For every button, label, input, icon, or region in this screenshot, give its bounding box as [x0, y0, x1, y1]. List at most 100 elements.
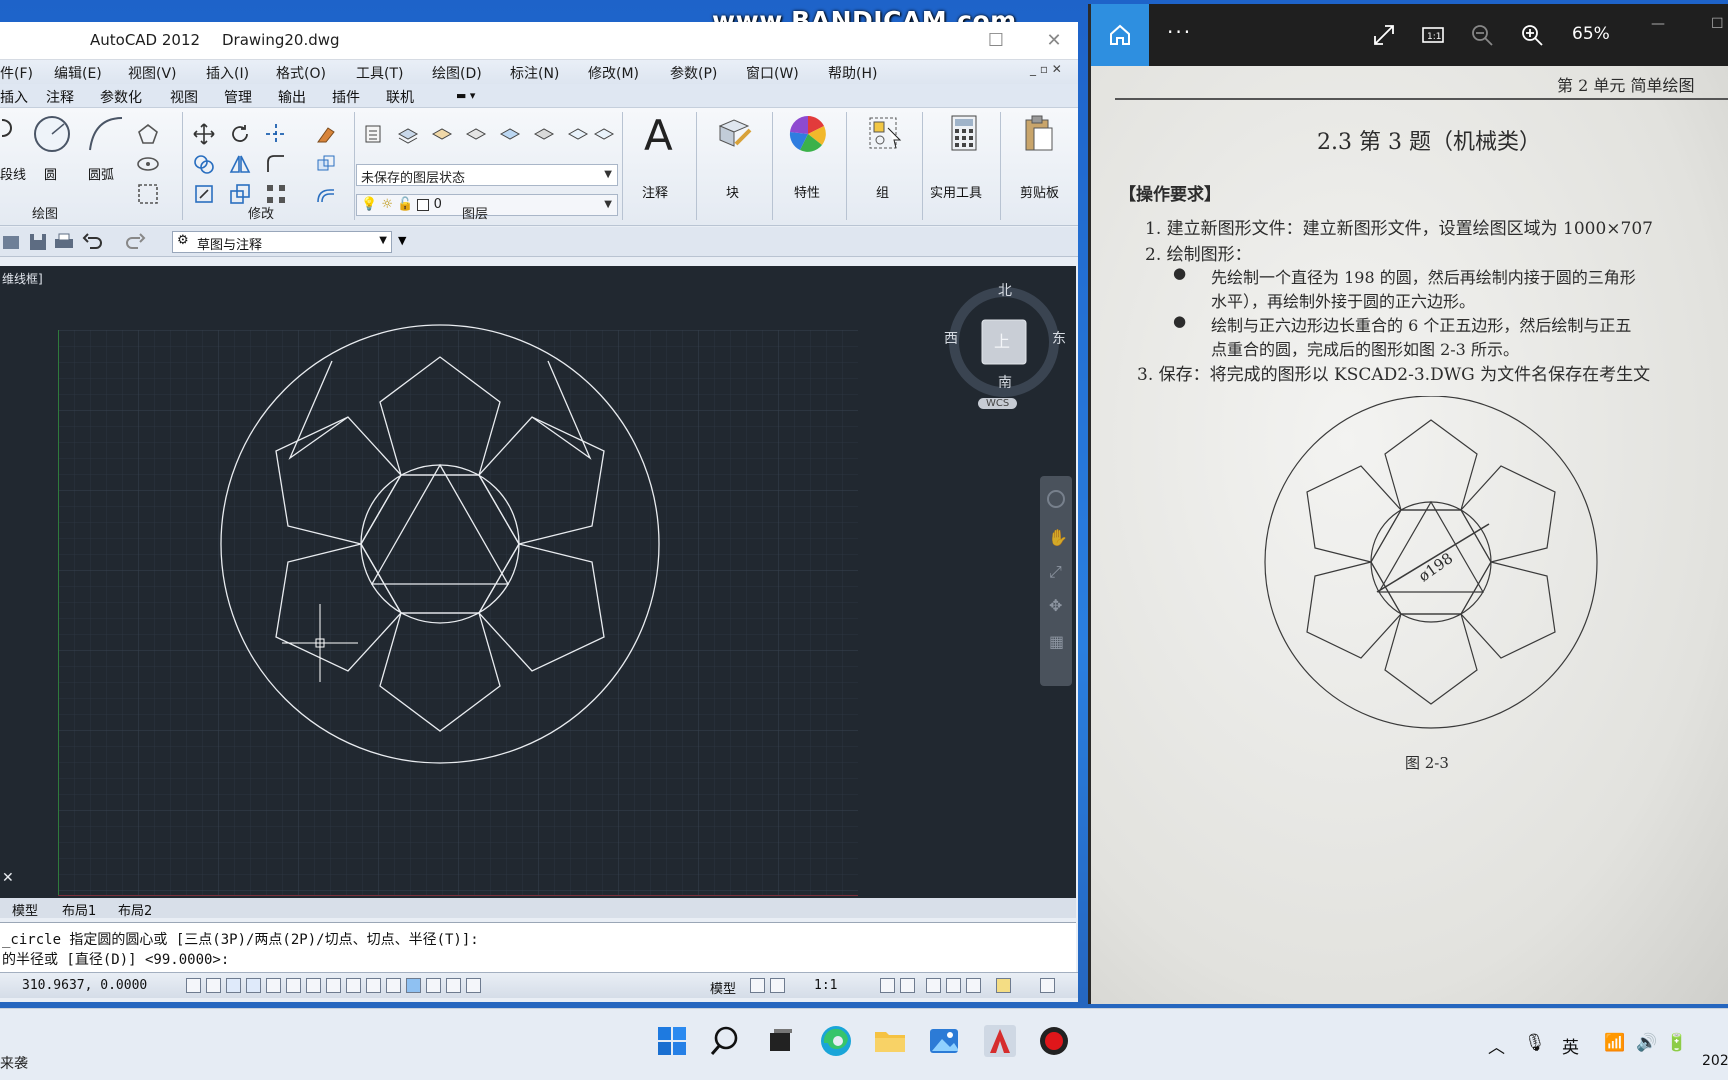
- clean-screen[interactable]: [1040, 978, 1055, 993]
- photos-app-icon[interactable]: [924, 1021, 964, 1061]
- coordinate-readout[interactable]: 310.9637, 0.0000: [22, 978, 147, 993]
- annotation-icon[interactable]: A: [640, 112, 680, 156]
- layer-freeze-icon[interactable]: [498, 122, 522, 146]
- ellipse-icon[interactable]: [136, 152, 160, 176]
- clipboard-icon[interactable]: [1018, 114, 1058, 154]
- polygon-icon[interactable]: [136, 122, 160, 146]
- group-button[interactable]: 组: [876, 182, 889, 201]
- qp-toggle[interactable]: [426, 978, 441, 993]
- wcs-menu[interactable]: WCS: [978, 398, 1018, 409]
- mdi-controls[interactable]: _ ▫ ✕: [1030, 62, 1062, 76]
- tab-insert[interactable]: 插入: [0, 87, 28, 107]
- explode-icon[interactable]: [314, 152, 338, 176]
- tab-plugins[interactable]: 插件: [332, 87, 360, 107]
- pan-icon[interactable]: ✋: [1048, 528, 1068, 547]
- orbit-icon[interactable]: ✥: [1049, 596, 1062, 615]
- 3dosnap-toggle[interactable]: [306, 978, 321, 993]
- undo-icon[interactable]: [80, 230, 104, 254]
- hatch-icon[interactable]: [136, 182, 160, 206]
- calculator-icon[interactable]: [944, 114, 984, 154]
- open-icon[interactable]: [0, 230, 24, 254]
- microphone-icon[interactable]: 🎙: [1524, 1033, 1546, 1053]
- lwt-toggle[interactable]: [386, 978, 401, 993]
- menu-insert[interactable]: 插入(I): [206, 63, 249, 83]
- maximize-button[interactable]: ☐: [982, 28, 1010, 54]
- workspace-dropdown[interactable]: ⚙ 草图与注释 ▼: [172, 231, 392, 253]
- layer-unisolate-icon[interactable]: [464, 122, 488, 146]
- dyn-toggle[interactable]: [366, 978, 381, 993]
- task-view-icon[interactable]: [760, 1021, 800, 1061]
- showmotion-icon[interactable]: ▦: [1049, 632, 1064, 651]
- polyline-icon[interactable]: [0, 116, 24, 140]
- trim-icon[interactable]: [264, 122, 288, 146]
- zoom-out-icon[interactable]: [1469, 22, 1495, 48]
- grid-toggle[interactable]: [226, 978, 241, 993]
- more-icon[interactable]: ···: [1167, 20, 1192, 44]
- layer-state-dropdown[interactable]: 未保存的图层状态 ▼: [356, 164, 618, 186]
- viewcube-east[interactable]: 东: [1052, 328, 1066, 348]
- actual-size-icon[interactable]: 1:1: [1420, 22, 1446, 48]
- quick-view-drawings[interactable]: [770, 978, 785, 993]
- start-icon[interactable]: [652, 1021, 692, 1061]
- infer-toggle[interactable]: [186, 978, 201, 993]
- viewcube-north[interactable]: 北: [998, 280, 1012, 300]
- snap-toggle[interactable]: [206, 978, 221, 993]
- menu-format[interactable]: 格式(O): [276, 63, 326, 83]
- quick-view-layouts[interactable]: [750, 978, 765, 993]
- menu-dimension[interactable]: 标注(N): [510, 63, 559, 83]
- tab-layout1[interactable]: 布局1: [62, 900, 96, 919]
- tpy-toggle[interactable]: [406, 978, 421, 993]
- annotation-scale[interactable]: 1:1: [814, 978, 837, 993]
- wifi-icon[interactable]: 📶: [1604, 1033, 1625, 1053]
- steeringwheel-icon[interactable]: [1047, 490, 1065, 508]
- autoscale[interactable]: [900, 978, 915, 993]
- hardware-accel[interactable]: [966, 978, 981, 993]
- layer-isolate-icon[interactable]: [430, 122, 454, 146]
- layer-panel-label[interactable]: 图层: [462, 203, 488, 222]
- tab-layout2[interactable]: 布局2: [118, 900, 152, 919]
- minimize-button[interactable]: —: [1651, 16, 1665, 32]
- ducs-toggle[interactable]: [346, 978, 361, 993]
- tab-manage[interactable]: 管理: [224, 87, 252, 107]
- menu-draw[interactable]: 绘图(D): [432, 63, 482, 83]
- print-icon[interactable]: [52, 230, 76, 254]
- autocad-app-icon[interactable]: [980, 1021, 1020, 1061]
- tab-annotate[interactable]: 注释: [46, 87, 74, 107]
- qat-customize-icon[interactable]: ▼: [398, 234, 406, 247]
- am-toggle[interactable]: [466, 978, 481, 993]
- utilities-button[interactable]: 实用工具: [930, 182, 982, 201]
- menu-tools[interactable]: 工具(T): [356, 63, 403, 83]
- draw-panel-label[interactable]: 绘图: [32, 203, 58, 222]
- arc-tool-icon[interactable]: [86, 114, 126, 154]
- viewcube-south[interactable]: 南: [998, 372, 1012, 392]
- tab-output[interactable]: 输出: [278, 87, 306, 107]
- workspace-switch[interactable]: [926, 978, 941, 993]
- menu-help[interactable]: 帮助(H): [828, 63, 877, 83]
- home-button[interactable]: [1091, 4, 1149, 66]
- menu-view[interactable]: 视图(V): [128, 63, 177, 83]
- layer-properties-icon[interactable]: [362, 122, 386, 146]
- clock[interactable]: 202: [1702, 1053, 1728, 1069]
- erase-icon[interactable]: [314, 122, 338, 146]
- model-space-button[interactable]: 模型: [710, 978, 736, 997]
- ime-indicator[interactable]: 英: [1562, 1033, 1579, 1058]
- layer-match-icon[interactable]: [566, 122, 590, 146]
- stretch-icon[interactable]: [192, 182, 216, 206]
- otrack-toggle[interactable]: [326, 978, 341, 993]
- annotation-button[interactable]: 注释: [642, 182, 668, 201]
- arc-tool-label[interactable]: 圆弧: [88, 164, 114, 183]
- volume-icon[interactable]: 🔊: [1636, 1033, 1657, 1053]
- tab-online[interactable]: 联机: [386, 87, 414, 107]
- edge-browser-icon[interactable]: [816, 1021, 856, 1061]
- block-button[interactable]: 块: [726, 182, 739, 201]
- polar-toggle[interactable]: [266, 978, 281, 993]
- annotation-visibility[interactable]: [880, 978, 895, 993]
- viewcube-west[interactable]: 西: [944, 328, 958, 348]
- tab-view[interactable]: 视图: [170, 87, 198, 107]
- group-icon[interactable]: [866, 114, 906, 154]
- layer-states-icon[interactable]: [396, 122, 420, 146]
- menu-parametric[interactable]: 参数(P): [670, 63, 717, 83]
- bandicam-record-icon[interactable]: [1034, 1021, 1074, 1061]
- circle-tool-label[interactable]: 圆: [44, 164, 57, 183]
- menu-window[interactable]: 窗口(W): [746, 63, 799, 83]
